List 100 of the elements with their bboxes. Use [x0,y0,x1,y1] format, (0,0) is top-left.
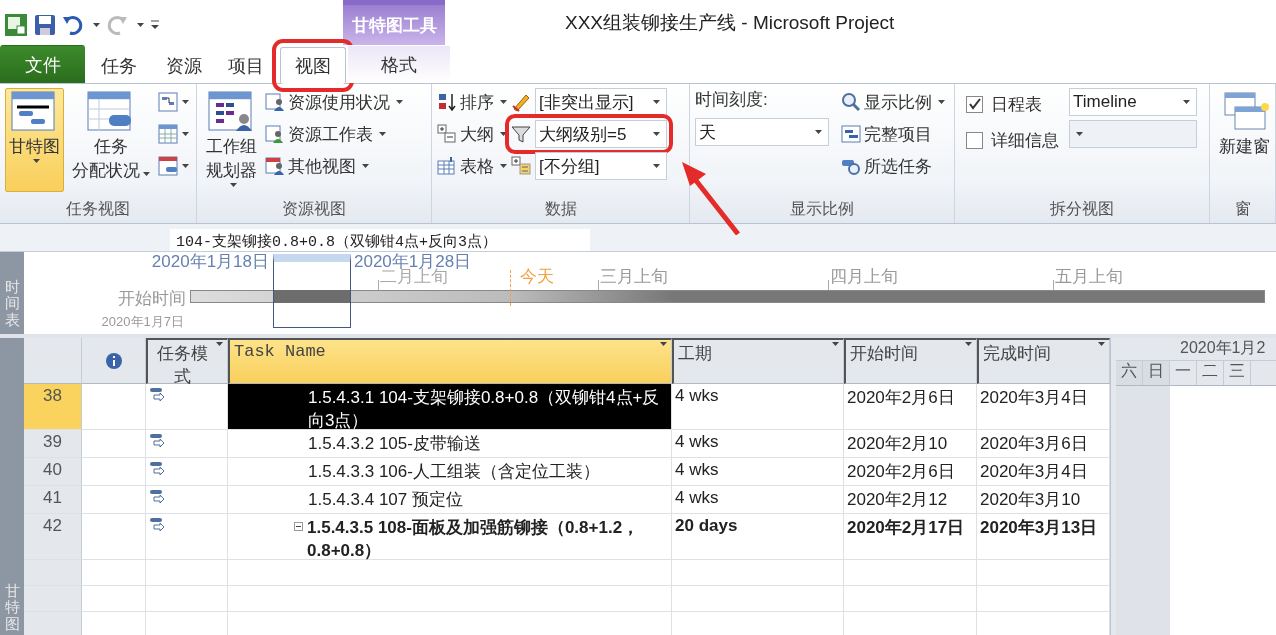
task-mode-icon [149,517,165,531]
timeline-date: 2020年1月18日 [151,253,269,271]
table-cell [82,560,146,586]
table-cell: 4 wks [672,486,844,514]
table-cell: 2020年2月12 [844,486,977,514]
timescale-day: 三 [1224,361,1251,385]
field-label: 时间刻度: [695,89,769,111]
caret-icon [500,100,507,104]
group-label: 数据 [543,199,578,219]
view-button[interactable]: 任务 分配状况 [68,88,154,192]
group-label: 资源视图 [281,199,347,219]
contextual-tab-group: 甘特图工具 [343,0,445,45]
app-icon[interactable] [4,13,28,37]
timeline-start-label: 开始时间 [118,288,186,310]
calendar-view-icon [158,124,178,144]
ribbon-button[interactable]: 大纲 [437,120,507,148]
task-mode-icon [149,433,165,447]
task-form-icon [158,156,178,176]
caret-icon [965,342,972,346]
table-cell: 2020年2月10 [844,430,977,458]
table-cell [82,586,146,612]
check-icon [968,98,981,110]
group-label: 任务视图 [65,199,131,219]
timeline-tick-label: 四月上旬 [830,268,898,286]
dropdown-field[interactable]: Timeline [1069,88,1197,116]
group-label: 窗 [1233,199,1252,219]
caret-icon [216,342,223,346]
row-number[interactable]: 38 [24,384,82,430]
column-header[interactable]: Task Name [228,338,672,384]
caret-icon [229,183,237,187]
sort-icon [437,92,457,112]
caret-icon [379,132,386,136]
caret-icon [500,164,507,168]
task-name: 1.5.4.3.2 105-皮带输送 [308,433,481,455]
task-name: 1.5.4.3.5 108-面板及加强筋铆接（0.8+1.2，0.8+0.8） [307,517,641,562]
table-cell: 2020年3月10 [977,486,1110,514]
ribbon-button[interactable]: 排序 [437,88,507,116]
timeline-tick-label: 二月上旬 [380,268,448,286]
ribbon-button[interactable]: 完整项目 [841,120,945,148]
caret-icon [1076,132,1083,136]
row-number[interactable]: 41 [24,486,82,514]
view-button[interactable]: 工作组 规划器 [202,88,261,192]
outline-icon [437,124,457,144]
caret-icon [938,100,945,104]
caret-icon [93,23,100,27]
collapse-icon[interactable] [294,522,303,531]
checkbox[interactable]: 详细信息 [960,124,1059,156]
timescale-day: 六 [1116,361,1143,385]
dropdown-field[interactable]: [非突出显示] [535,88,667,116]
column-header[interactable]: 任务模式 [146,338,228,384]
caret-icon [137,23,144,27]
dropdown-field[interactable]: 天 [695,118,829,146]
caret-icon [182,100,189,104]
customize-icon[interactable] [150,19,160,31]
resource-sheet-icon [265,92,285,112]
ribbon-button[interactable]: 资源使用状况 [265,88,403,116]
save-icon[interactable] [34,14,56,36]
column-header[interactable]: 工期 [672,338,844,384]
ribbon-tab[interactable]: 文件 [0,45,85,83]
ribbon-button[interactable]: 显示比例 [841,88,945,116]
ribbon-tab[interactable]: 格式 [348,45,450,83]
caret-icon [362,164,369,168]
ribbon-button[interactable]: 表格 [437,152,507,180]
view-button[interactable]: 甘特图 [5,88,64,192]
group-label: 显示比例 [789,199,855,219]
row-number[interactable]: 40 [24,458,82,486]
task-mode-icon [149,387,165,401]
timeline-window[interactable] [273,254,351,328]
checkbox[interactable]: 日程表 [960,88,1059,120]
timeline-tick-label: 五月上旬 [1055,268,1123,286]
group-icon [511,156,531,176]
caret-icon [143,172,150,176]
row-number[interactable]: 39 [24,430,82,458]
row-number[interactable]: 42 [24,514,82,560]
column-header[interactable]: 开始时间 [844,338,977,384]
task-name: 1.5.4.3.4 107 预定位 [308,489,463,511]
caret-icon [500,132,507,136]
info-icon [104,351,123,370]
caret-icon [660,342,667,346]
filter-icon [511,124,531,144]
dropdown-field[interactable]: 大纲级别=5 [535,120,667,148]
caret-icon [1183,100,1190,104]
ribbon-button[interactable]: 所选任务 [841,152,945,180]
undo-icon[interactable] [62,15,84,35]
entire-project-icon [841,124,861,144]
ribbon-tab[interactable]: 资源 [153,47,215,83]
table-cell: 20 days [672,514,844,560]
dropdown-field[interactable]: [不分组] [535,152,667,180]
task-mode-icon [149,461,165,475]
caret-icon [182,132,189,136]
ribbon-button[interactable]: 资源工作表 [265,120,403,148]
ribbon-tab[interactable]: 任务 [85,47,153,83]
timescale-day: 日 [1143,361,1170,385]
ribbon-tab[interactable]: 项目 [215,47,277,83]
ribbon-button[interactable]: 其他视图 [265,152,403,180]
window-title: XXX组装铆接生产线 - Microsoft Project [564,10,896,35]
column-header[interactable]: 完成时间 [977,338,1110,384]
zoom-icon [841,92,861,112]
view-button[interactable]: 新建窗 [1215,88,1274,192]
entry-field[interactable]: 104-支架铆接0.8+0.8（双铆钳4点+反向3点） [170,229,590,251]
